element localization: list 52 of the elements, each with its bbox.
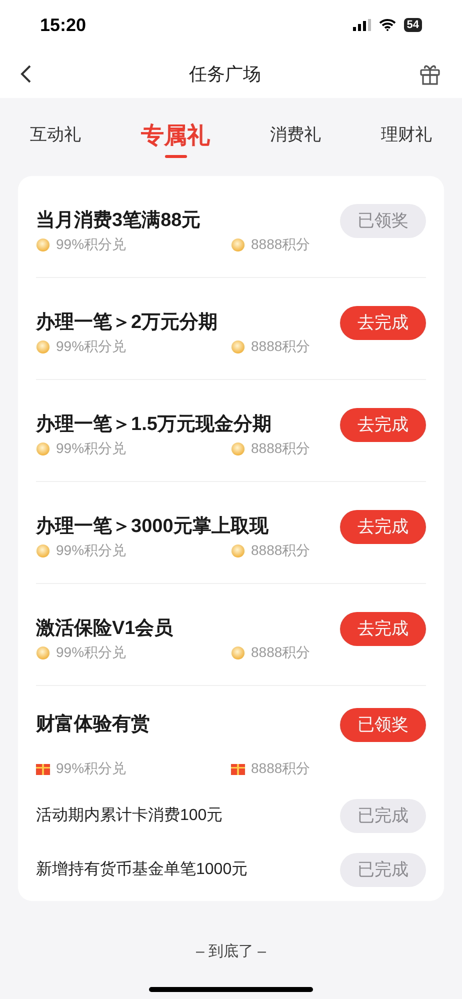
gift-icon	[231, 762, 245, 775]
reward-text: 8888积分	[251, 337, 310, 356]
reward-text: 99%积分兑	[56, 235, 126, 254]
task-button[interactable]: 已完成	[340, 853, 426, 887]
coin-icon	[231, 646, 245, 660]
task-title: 办理一笔＞2万元分期	[36, 310, 218, 335]
reward-text: 99%积分兑	[56, 759, 126, 778]
reward-text: 8888积分	[251, 235, 310, 254]
category-tab[interactable]: 互动礼	[30, 122, 81, 152]
task-button[interactable]: 去完成	[340, 612, 426, 646]
status-time: 15:20	[40, 14, 86, 36]
task-button[interactable]: 已完成	[340, 799, 426, 833]
task-button[interactable]: 已领奖	[340, 204, 426, 238]
coin-icon	[231, 442, 245, 456]
coin-icon	[36, 340, 50, 354]
coin-icon	[36, 442, 50, 456]
wifi-icon	[378, 19, 396, 31]
reward-text: 99%积分兑	[56, 337, 126, 356]
battery-icon: 54	[404, 18, 422, 32]
reward-text: 99%积分兑	[56, 541, 126, 560]
task-title: 办理一笔＞3000元掌上取现	[36, 514, 268, 539]
task-title: 激活保险V1会员	[36, 616, 174, 641]
subtask-text: 活动期内累计卡消费100元	[36, 806, 223, 826]
coin-icon	[231, 544, 245, 558]
subtask-text: 新增持有货币基金单笔1000元	[36, 860, 248, 880]
gift-icon	[36, 762, 50, 775]
category-tab[interactable]: 消费礼	[270, 122, 321, 152]
task-button[interactable]: 去完成	[340, 510, 426, 544]
task-button[interactable]: 已领奖	[340, 708, 426, 742]
task-title: 办理一笔＞1.5万元现金分期	[36, 412, 272, 437]
coin-icon	[36, 238, 50, 252]
reward-text: 8888积分	[251, 439, 310, 458]
category-tab[interactable]: 理财礼	[381, 122, 432, 152]
coin-icon	[231, 238, 245, 252]
end-of-list-text: – 到底了 –	[196, 942, 266, 962]
task-button[interactable]: 去完成	[340, 306, 426, 340]
task-title: 当月消费3笔满88元	[36, 208, 201, 233]
coin-icon	[36, 646, 50, 660]
task-title: 财富体验有赏	[36, 712, 150, 737]
reward-text: 8888积分	[251, 643, 310, 662]
coin-icon	[36, 544, 50, 558]
reward-text: 99%积分兑	[56, 439, 126, 458]
back-icon[interactable]	[20, 64, 32, 84]
reward-text: 8888积分	[251, 541, 310, 560]
task-button[interactable]: 去完成	[340, 408, 426, 442]
category-tab[interactable]: 专属礼	[141, 118, 210, 156]
coin-icon	[231, 340, 245, 354]
page-title: 任务广场	[189, 62, 261, 86]
reward-text: 8888积分	[251, 759, 310, 778]
signal-icon	[352, 19, 371, 31]
reward-text: 99%积分兑	[56, 643, 126, 662]
gift-icon[interactable]	[418, 62, 442, 86]
